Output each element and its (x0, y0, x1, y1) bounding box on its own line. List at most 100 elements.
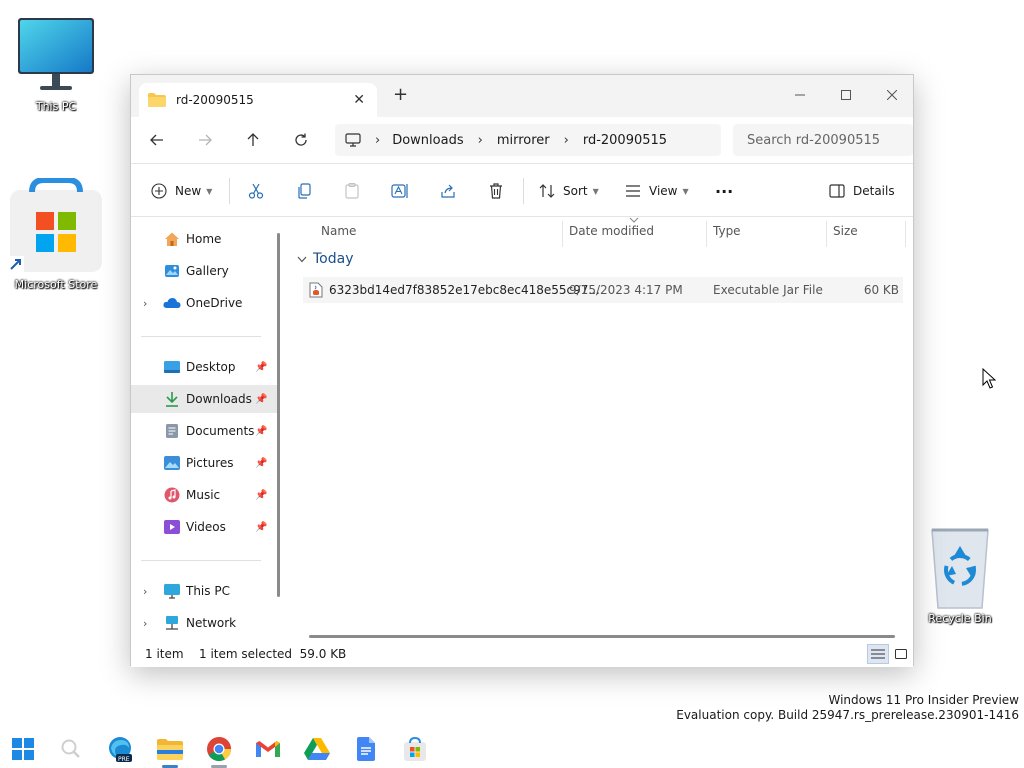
breadcrumb-downloads[interactable]: Downloads (392, 133, 463, 148)
toolbar-divider (229, 178, 230, 204)
gmail-icon (256, 741, 280, 757)
sidebar-item-onedrive[interactable]: › OneDrive (131, 289, 277, 317)
file-explorer-window: rd-20090515 ✕ + › Downloads › mirrorer ›… (130, 74, 915, 667)
chrome-taskbar-button[interactable] (206, 736, 232, 762)
desktop-icon-microsoft-store[interactable]: Microsoft Store (8, 178, 104, 291)
close-button[interactable] (869, 81, 915, 109)
refresh-button[interactable] (287, 127, 315, 153)
music-icon (163, 486, 181, 504)
sidebar-item-documents[interactable]: Documents 📌 (131, 417, 277, 445)
network-icon (163, 614, 181, 632)
microsoft-store-taskbar-button[interactable] (402, 736, 428, 762)
sidebar-item-videos[interactable]: Videos 📌 (131, 513, 277, 541)
sidebar-item-label: Pictures (186, 456, 234, 470)
pin-icon: 📌 (255, 457, 268, 469)
home-icon (163, 230, 181, 248)
google-drive-taskbar-button[interactable] (304, 736, 330, 762)
column-divider[interactable] (826, 221, 827, 247)
more-options-button[interactable]: ··· (715, 177, 733, 205)
chevron-right-icon[interactable]: › (143, 297, 147, 310)
clipboard-icon (345, 183, 359, 199)
cut-button[interactable] (248, 177, 264, 205)
back-button[interactable] (143, 127, 171, 153)
sort-button[interactable]: Sort ▼ (539, 177, 599, 205)
copy-button[interactable] (296, 177, 312, 205)
tiles-view-icon (895, 649, 907, 659)
column-header-size[interactable]: Size (833, 217, 858, 245)
chevron-right-icon: › (563, 132, 569, 148)
videos-icon (163, 518, 181, 536)
up-button[interactable] (239, 127, 267, 153)
sidebar-item-label: OneDrive (186, 296, 243, 310)
mouse-cursor-icon (982, 368, 996, 389)
sidebar-item-label: Documents (186, 424, 255, 438)
sidebar-item-network[interactable]: › Network (131, 609, 277, 637)
chevron-right-icon: › (375, 132, 381, 148)
gmail-taskbar-button[interactable] (255, 736, 281, 762)
maximize-button[interactable] (823, 81, 869, 109)
desktop-label: Recycle Bin (928, 612, 992, 625)
group-header-today[interactable]: Today (297, 251, 354, 267)
breadcrumb-rd-20090515[interactable]: rd-20090515 (583, 133, 667, 148)
google-docs-taskbar-button[interactable] (353, 736, 379, 762)
close-tab-icon[interactable]: ✕ (353, 92, 365, 108)
file-explorer-icon (157, 739, 183, 760)
tiles-view-button[interactable] (891, 644, 911, 664)
column-header-date-modified[interactable]: Date modified (569, 217, 654, 245)
new-tab-button[interactable]: + (393, 86, 408, 104)
column-header-name[interactable]: Name (321, 217, 356, 245)
google-drive-icon (304, 738, 330, 760)
desktop-icon-recycle-bin[interactable]: Recycle Bin (912, 520, 1008, 625)
breadcrumb-mirrorer[interactable]: mirrorer (497, 133, 550, 148)
sidebar-item-downloads[interactable]: Downloads 📌 (131, 385, 277, 413)
forward-button[interactable] (191, 127, 219, 153)
folder-icon (148, 93, 166, 107)
paste-button[interactable] (344, 177, 360, 205)
monitor-icon (18, 18, 94, 90)
desktop-folder-icon (163, 358, 181, 376)
details-view-button[interactable] (867, 644, 889, 664)
details-button[interactable]: Details (829, 177, 895, 205)
rename-button[interactable] (391, 177, 409, 205)
sidebar-scrollbar[interactable] (277, 233, 280, 597)
pin-icon: 📌 (255, 489, 268, 501)
column-divider[interactable] (706, 221, 707, 247)
sidebar-item-gallery[interactable]: Gallery (131, 257, 277, 285)
monitor-small-icon (345, 133, 361, 147)
desktop-icon-this-pc[interactable]: This PC (8, 16, 104, 113)
search-taskbar-button[interactable] (58, 736, 84, 762)
desktop-label: Microsoft Store (14, 278, 98, 291)
share-button[interactable] (440, 177, 456, 205)
column-divider[interactable] (562, 221, 563, 247)
sidebar-item-desktop[interactable]: Desktop 📌 (131, 353, 277, 381)
minimize-button[interactable] (777, 81, 823, 109)
sidebar-item-home[interactable]: Home (131, 225, 277, 253)
file-type: Executable Jar File (713, 283, 823, 297)
sidebar-item-music[interactable]: Music 📌 (131, 481, 277, 509)
column-header-type[interactable]: Type (713, 217, 741, 245)
tab-rd-20090515[interactable]: rd-20090515 ✕ (139, 83, 377, 117)
chevron-right-icon[interactable]: › (143, 617, 147, 630)
microsoft-store-icon (404, 737, 426, 761)
svg-text:PRE: PRE (118, 756, 130, 762)
file-explorer-taskbar-button[interactable] (157, 736, 183, 762)
sort-label: Sort (563, 184, 588, 198)
recycle-bin-icon (931, 528, 989, 609)
view-button[interactable]: View ▼ (625, 177, 689, 205)
address-bar[interactable]: › Downloads › mirrorer › rd-20090515 (335, 124, 721, 156)
new-button[interactable]: New ▼ (151, 177, 212, 205)
horizontal-scrollbar[interactable] (309, 635, 895, 638)
chevron-right-icon[interactable]: › (143, 585, 147, 598)
sidebar-item-pictures[interactable]: Pictures 📌 (131, 449, 277, 477)
scissors-icon (248, 183, 264, 199)
sidebar-item-this-pc[interactable]: › This PC (131, 577, 277, 605)
edge-preview-button[interactable]: PRE (107, 736, 133, 762)
delete-button[interactable] (488, 177, 504, 205)
search-box[interactable]: Search rd-20090515 (733, 124, 913, 156)
navigation-bar: › Downloads › mirrorer › rd-20090515 Sea… (131, 117, 913, 163)
maximize-icon (841, 90, 851, 100)
start-button[interactable] (10, 736, 36, 762)
column-divider[interactable] (905, 221, 906, 247)
file-row[interactable]: 6323bd14ed7f83852e17ebc8ec418e55c97... 9… (303, 277, 903, 303)
file-name: 6323bd14ed7f83852e17ebc8ec418e55c97... (329, 283, 600, 297)
